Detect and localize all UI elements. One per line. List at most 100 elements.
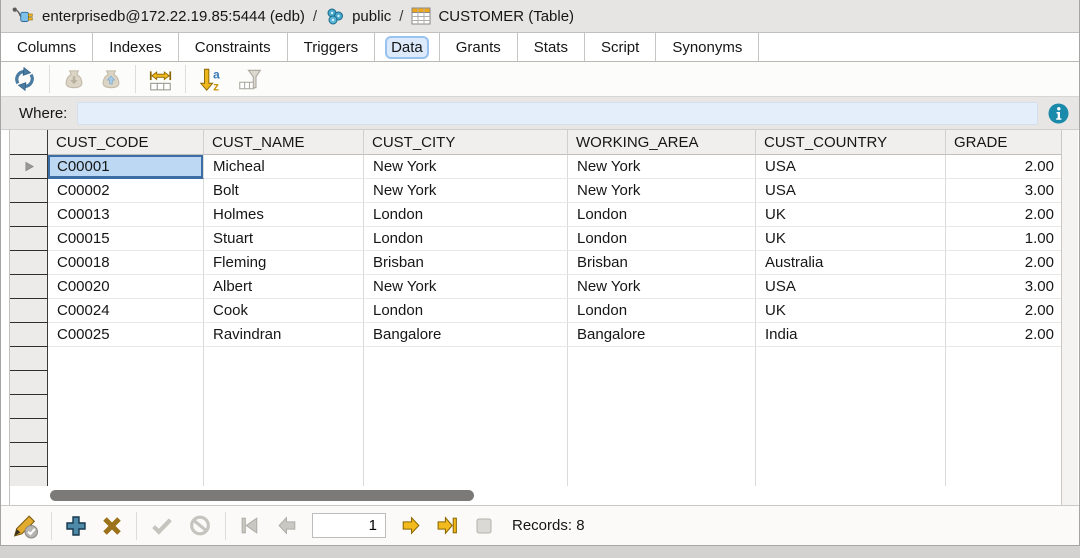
tab-columns[interactable]: Columns	[1, 33, 93, 61]
cell[interactable]: New York	[568, 179, 756, 203]
sack-arrow-down-icon[interactable]	[61, 66, 87, 92]
cell[interactable]: Cook	[204, 299, 364, 323]
empty-cell	[364, 419, 568, 443]
cell[interactable]: 2.00	[946, 251, 1063, 275]
cell[interactable]: New York	[568, 275, 756, 299]
cell[interactable]: Bangalore	[568, 323, 756, 347]
cell[interactable]: Bolt	[204, 179, 364, 203]
cell[interactable]: C00013	[48, 203, 204, 227]
cell[interactable]: Ravindran	[204, 323, 364, 347]
cell[interactable]: New York	[364, 179, 568, 203]
column-header-cust_name[interactable]: CUST_NAME	[204, 130, 364, 155]
empty-cell	[204, 371, 364, 395]
cell[interactable]: C00025	[48, 323, 204, 347]
column-header-cust_country[interactable]: CUST_COUNTRY	[756, 130, 946, 155]
where-clause-input[interactable]	[77, 102, 1038, 125]
records-count-label: Records: 8	[512, 517, 585, 534]
column-header-grade[interactable]: GRADE	[946, 130, 1064, 155]
cell[interactable]: 3.00	[946, 275, 1063, 299]
cancel-block-icon[interactable]	[187, 513, 213, 538]
tab-constraints[interactable]: Constraints	[179, 33, 288, 61]
cell[interactable]: London	[364, 203, 568, 227]
row-selector[interactable]	[10, 299, 48, 323]
cell[interactable]: UK	[756, 227, 946, 251]
cell[interactable]: Fleming	[204, 251, 364, 275]
sort-az-icon[interactable]: a z	[197, 66, 225, 93]
cell[interactable]: C00020	[48, 275, 204, 299]
horizontal-scrollbar[interactable]	[10, 486, 1063, 505]
row-selector[interactable]	[10, 155, 48, 179]
next-record-icon[interactable]	[398, 513, 423, 538]
edit-pencil-icon[interactable]	[11, 512, 39, 539]
vertical-scrollbar[interactable]	[1061, 130, 1078, 505]
tab-triggers[interactable]: Triggers	[288, 33, 375, 61]
row-selector[interactable]	[10, 323, 48, 347]
row-selector[interactable]	[10, 179, 48, 203]
cell[interactable]: London	[568, 227, 756, 251]
cell[interactable]: Brisban	[364, 251, 568, 275]
cell[interactable]: 2.00	[946, 299, 1063, 323]
info-icon[interactable]	[1048, 103, 1069, 124]
sack-arrow-up-icon[interactable]	[98, 66, 124, 92]
last-record-icon[interactable]	[435, 513, 460, 538]
cell[interactable]: C00015	[48, 227, 204, 251]
row-selector[interactable]	[10, 251, 48, 275]
cell[interactable]: 2.00	[946, 203, 1063, 227]
cell[interactable]: 1.00	[946, 227, 1063, 251]
cell[interactable]: India	[756, 323, 946, 347]
column-header-working_area[interactable]: WORKING_AREA	[568, 130, 756, 155]
commit-check-icon[interactable]	[149, 513, 175, 538]
cell[interactable]: Micheal	[204, 155, 364, 179]
cell[interactable]: London	[568, 203, 756, 227]
cell[interactable]: 3.00	[946, 179, 1063, 203]
cell[interactable]: UK	[756, 299, 946, 323]
cell[interactable]: New York	[568, 155, 756, 179]
cell[interactable]: C00024	[48, 299, 204, 323]
cell[interactable]: Australia	[756, 251, 946, 275]
row-selector[interactable]	[10, 227, 48, 251]
cell[interactable]: London	[364, 299, 568, 323]
tab-script[interactable]: Script	[585, 33, 656, 61]
tab-grants[interactable]: Grants	[440, 33, 518, 61]
cell[interactable]: London	[568, 299, 756, 323]
cell[interactable]: Holmes	[204, 203, 364, 227]
stop-square-icon[interactable]	[472, 514, 496, 538]
column-header-cust_code[interactable]: CUST_CODE	[48, 130, 204, 155]
cell[interactable]: Albert	[204, 275, 364, 299]
cell[interactable]: Brisban	[568, 251, 756, 275]
tab-label: Grants	[452, 38, 505, 57]
cell[interactable]: USA	[756, 179, 946, 203]
cell[interactable]: C00002	[48, 179, 204, 203]
cell[interactable]: C00018	[48, 251, 204, 275]
row-selector[interactable]	[10, 203, 48, 227]
cell[interactable]: Stuart	[204, 227, 364, 251]
cell[interactable]: 2.00	[946, 323, 1063, 347]
previous-record-icon[interactable]	[275, 513, 300, 538]
filter-table-icon[interactable]	[236, 66, 263, 92]
cell[interactable]: C00001	[48, 155, 204, 179]
cell[interactable]: USA	[756, 275, 946, 299]
cell[interactable]: 2.00	[946, 155, 1063, 179]
horizontal-scrollbar-thumb[interactable]	[50, 490, 474, 501]
row-selector[interactable]	[10, 275, 48, 299]
tab-indexes[interactable]: Indexes	[93, 33, 179, 61]
first-record-icon[interactable]	[238, 513, 263, 538]
refresh-icon[interactable]	[11, 66, 38, 92]
tab-stats[interactable]: Stats	[518, 33, 585, 61]
cell[interactable]: New York	[364, 155, 568, 179]
tab-synonyms[interactable]: Synonyms	[656, 33, 759, 61]
empty-cell	[48, 395, 204, 419]
column-header-cust_city[interactable]: CUST_CITY	[364, 130, 568, 155]
tab-data[interactable]: Data	[375, 33, 440, 61]
cell[interactable]: New York	[364, 275, 568, 299]
tab-label: Triggers	[300, 38, 362, 57]
cell[interactable]: UK	[756, 203, 946, 227]
cell[interactable]: Bangalore	[364, 323, 568, 347]
empty-cell	[568, 395, 756, 419]
cell[interactable]: London	[364, 227, 568, 251]
page-number-input[interactable]	[312, 513, 386, 538]
fit-columns-icon[interactable]	[147, 66, 174, 92]
cell[interactable]: USA	[756, 155, 946, 179]
delete-row-x-icon[interactable]	[100, 514, 124, 538]
add-row-plus-icon[interactable]	[64, 514, 88, 538]
